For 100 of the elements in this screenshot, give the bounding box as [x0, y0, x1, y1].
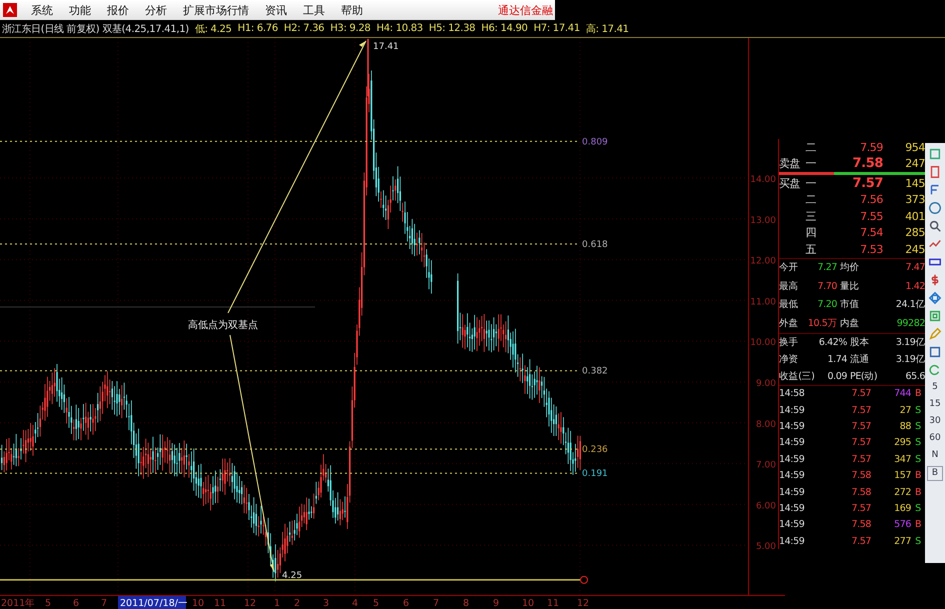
order-price: 7.54: [859, 226, 883, 240]
menu-item[interactable]: 工具: [295, 2, 333, 18]
tick-price: 7.57: [850, 536, 871, 547]
price-axis-label: 13.00: [750, 216, 776, 226]
order-volume: 401: [904, 210, 925, 223]
stat-value: 99282: [896, 318, 925, 329]
tick-side: S: [914, 502, 922, 514]
tick-volume: 27: [898, 404, 911, 416]
period-button[interactable]: B: [927, 466, 943, 481]
tick-side: S: [914, 437, 922, 448]
date-axis-label: 2011年: [1, 598, 36, 609]
period-button[interactable]: 5: [932, 381, 938, 394]
stat-label: 换手: [779, 336, 800, 348]
indicator-value: 低: 4.25: [194, 22, 232, 36]
stat-label: 今开: [779, 261, 800, 274]
indicator-value: H1: 6.76: [238, 23, 278, 34]
stat-label: 市值: [839, 298, 860, 312]
tick-side: S: [914, 404, 922, 416]
price-axis-label: 14.00: [750, 175, 776, 185]
order-volume: 285: [904, 226, 925, 240]
fibonacci-level-label: 0.809: [582, 137, 608, 148]
period-button[interactable]: N: [932, 449, 938, 462]
fibonacci-level-label: 0.382: [582, 366, 608, 377]
order-level-label: 二: [804, 192, 818, 208]
order-price: 7.55: [859, 210, 883, 223]
order-volume: 954: [904, 140, 925, 154]
order-level-label: 二: [804, 140, 818, 155]
indicator-value: H5: 12.38: [428, 23, 476, 34]
tick-price: 7.57: [850, 437, 871, 448]
menu-item[interactable]: 报价: [99, 2, 137, 18]
date-axis-label: 7: [433, 598, 440, 609]
stat-value: 3.19亿: [894, 352, 925, 366]
date-axis-label: 3: [323, 598, 330, 609]
tick-side: B: [914, 519, 922, 530]
tick-volume: 347: [893, 454, 911, 465]
tick-volume: 576: [893, 519, 911, 530]
tick-side: B: [914, 470, 922, 482]
brand-label: 通达信金融: [498, 2, 554, 18]
stat-label: 股本: [849, 336, 870, 348]
tick-volume: 295: [893, 437, 911, 448]
date-axis-label: 10: [522, 598, 534, 609]
tick-side: B: [914, 388, 922, 400]
price-axis-label: 6.00: [756, 501, 776, 512]
indicator-value: H7: 17.41: [534, 23, 580, 34]
date-axis-label: 2: [294, 598, 300, 609]
indicator-value: H6: 14.90: [481, 23, 528, 34]
stat-label: PE(动): [849, 370, 878, 382]
order-side-label: 买盘: [779, 176, 802, 191]
low-price-label: 4.25: [282, 570, 302, 581]
order-price: 7.53: [859, 242, 883, 256]
order-price: 7.58: [852, 156, 883, 172]
tick-volume: 744: [893, 388, 911, 400]
stat-label: 内盘: [839, 316, 860, 330]
date-axis-label: 7: [101, 598, 108, 609]
menu-item[interactable]: 分析: [137, 2, 175, 18]
order-level-label: 四: [804, 225, 818, 240]
tick-time: 14:58: [779, 388, 806, 400]
date-axis-label: 8: [463, 598, 470, 609]
tick-time: 14:59: [779, 454, 806, 465]
tick-price: 7.58: [850, 470, 871, 482]
tick-price: 7.57: [850, 404, 871, 416]
menu-item[interactable]: 系统: [23, 2, 61, 18]
order-side-label: 卖盘: [779, 156, 802, 172]
date-axis-label: 11: [214, 598, 226, 609]
tick-time: 14:59: [779, 536, 806, 547]
period-button[interactable]: 15: [929, 398, 941, 411]
stat-label: 均价: [839, 261, 860, 274]
stat-label: 流通: [849, 352, 870, 366]
price-axis-label: 10.00: [750, 338, 776, 348]
period-button[interactable]: 60: [929, 432, 941, 445]
tick-time: 14:59: [779, 470, 806, 482]
stat-value: 3.19亿: [894, 336, 925, 348]
tick-volume: 169: [893, 502, 911, 514]
stat-value: 7.27: [816, 262, 837, 274]
indicator-value: H4: 10.83: [376, 23, 423, 34]
stat-value: 7.47: [904, 262, 925, 274]
fibonacci-level-label: 0.236: [582, 445, 608, 456]
date-axis-label: 4: [352, 598, 358, 609]
menu-item[interactable]: 帮助: [333, 2, 371, 18]
menu-item[interactable]: 扩展市场行情: [175, 2, 257, 18]
stat-label: 最低: [779, 298, 800, 312]
tick-time: 14:59: [779, 420, 806, 432]
date-axis-label: 9: [493, 598, 500, 609]
menu-item[interactable]: 资讯: [257, 2, 295, 18]
price-axis-label: 11.00: [750, 297, 776, 308]
tick-side: S: [914, 536, 922, 547]
order-volume: 245: [904, 242, 925, 256]
tick-side: B: [914, 486, 922, 498]
stat-label: 收益(三): [779, 370, 816, 382]
menu-item[interactable]: 功能: [61, 2, 99, 18]
tick-price: 7.58: [850, 519, 871, 530]
indicator-title: 浙江东日(日线 前复权) 双基(4.25,17.41,1): [2, 22, 189, 36]
date-axis-label: 6: [73, 598, 80, 609]
stat-label: 量比: [839, 280, 860, 293]
stat-value: 7.70: [816, 280, 837, 292]
order-level-label: 三: [804, 208, 818, 224]
period-button[interactable]: 30: [929, 415, 941, 428]
order-price: 7.56: [859, 193, 883, 206]
tick-price: 7.57: [850, 454, 871, 465]
date-axis-label: 1: [274, 598, 280, 609]
